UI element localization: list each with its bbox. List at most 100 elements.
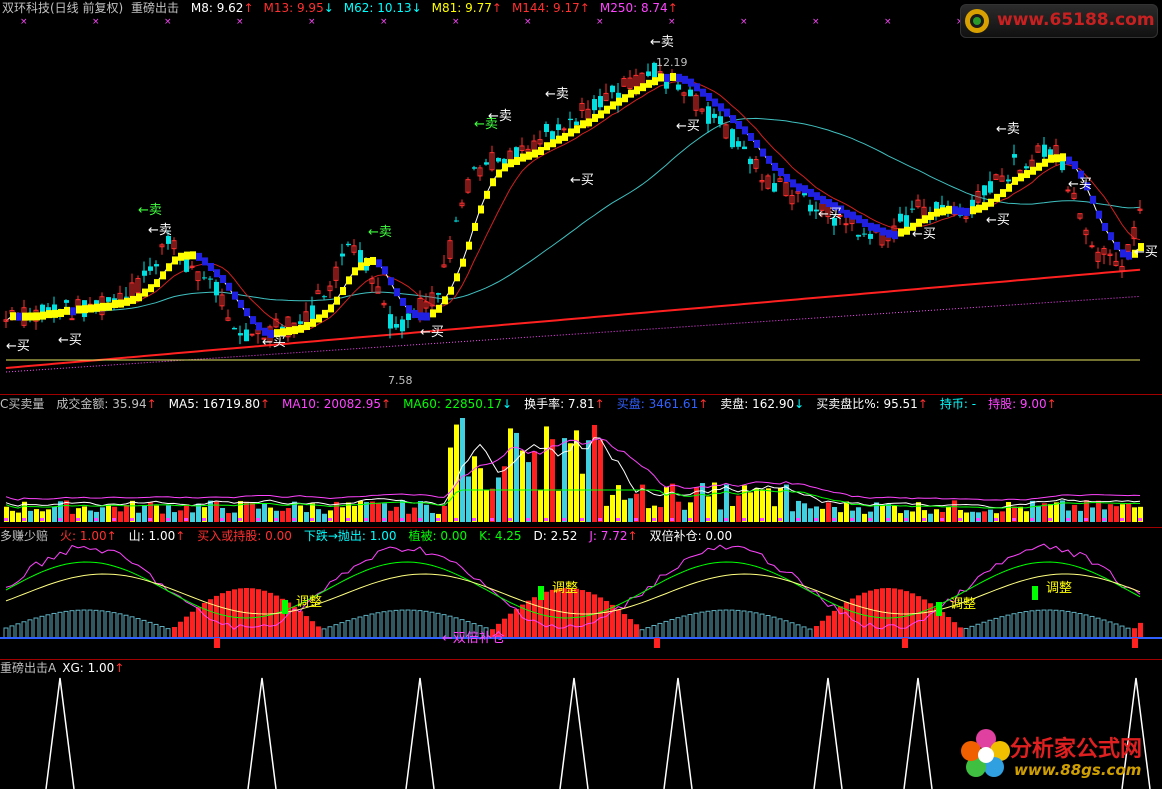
trend-ribbon-segment — [118, 299, 124, 308]
trend-ribbon-segment — [634, 86, 640, 95]
trend-ribbon-segment — [610, 101, 616, 110]
volume-bar — [898, 513, 903, 522]
volume-bar — [856, 507, 861, 522]
trend-ribbon-segment — [886, 229, 892, 238]
volume-bar — [970, 511, 975, 522]
oscillator-cyan-bar — [105, 611, 111, 639]
oscillator-cyan-bar — [1077, 613, 1083, 639]
candle-body — [202, 277, 207, 279]
volume-bar-buy — [562, 475, 567, 522]
volume-bar — [1090, 507, 1095, 522]
trend-ribbon-segment — [364, 258, 370, 267]
oscillator-cyan-bar — [21, 621, 27, 639]
trend-ribbon-segment — [724, 108, 730, 117]
trend-ribbon-segment — [760, 148, 766, 157]
volume-dot — [616, 518, 620, 521]
oscillator-cyan-bar — [645, 627, 651, 639]
trend-ribbon-segment — [592, 113, 598, 122]
candlestick-chart[interactable]: 12.197.58←卖←卖←卖←卖 ←卖←卖←卖←卖←买←买←买←买←买←买←买←… — [0, 0, 1162, 392]
volume-bar-buy — [208, 510, 213, 522]
volume-dot — [652, 518, 656, 521]
volume-dot — [274, 518, 278, 521]
volume-bar — [1114, 506, 1119, 522]
trend-ribbon-segment — [736, 120, 742, 129]
oscillator-red-bar — [304, 616, 309, 638]
trend-ribbon-segment — [778, 168, 784, 177]
oscillator-cyan-bar — [687, 614, 693, 639]
volume-dot — [472, 518, 476, 521]
oscillator-red-bar — [232, 589, 237, 638]
trend-ribbon-segment — [130, 295, 136, 304]
signal-panel[interactable]: 重磅出击A XG: 1.00↑ 分析家公式网 www.88gs.com — [0, 660, 1162, 789]
volume-dot — [598, 518, 602, 521]
trend-ribbon-segment — [220, 275, 226, 284]
trend-ribbon-segment — [124, 297, 130, 306]
adjust-green-bar — [1032, 586, 1038, 600]
trend-ribbon-segment — [250, 316, 256, 325]
volume-bar — [964, 512, 969, 522]
oscillator-red-bar — [190, 611, 195, 638]
trend-ribbon-segment — [850, 211, 856, 220]
volume-panel[interactable]: C买卖量 成交金额: 35.94↑ MA5: 16719.80↑ MA10: 2008… — [0, 396, 1162, 526]
oscillator-cyan-bar — [1041, 609, 1047, 639]
trend-ribbon-segment — [664, 73, 670, 82]
oscillator-cyan-bar — [9, 625, 15, 639]
volume-bar — [760, 489, 765, 522]
trend-ribbon-segment — [694, 83, 700, 92]
oscillator-red-bar — [532, 597, 537, 638]
trend-ribbon-segment — [586, 118, 592, 127]
sell-signal-label: ←卖 — [650, 35, 674, 50]
volume-bar — [736, 495, 741, 522]
trend-ribbon-segment — [514, 156, 520, 165]
volume-bar — [10, 510, 15, 522]
oscillator-cyan-bar — [45, 614, 51, 639]
signal-spike — [663, 677, 693, 789]
volume-bar — [1006, 502, 1011, 522]
candle-body — [856, 234, 861, 237]
oscillator-cyan-bar — [333, 624, 339, 639]
volume-bar — [286, 508, 291, 522]
volume-bar — [754, 488, 759, 522]
sell-signal-label: ←卖 — [474, 117, 498, 132]
sell-signal-label: ←卖 — [545, 87, 569, 102]
volume-bar — [538, 489, 543, 522]
trend-ribbon-segment — [940, 207, 946, 216]
trend-ribbon-segment — [628, 89, 634, 98]
trend-ribbon-segment — [1006, 183, 1012, 192]
volume-chart[interactable] — [0, 396, 1162, 526]
oscillator-panel[interactable]: 多赚少赔 火: 1.00↑ 山: 1.00↑ 买入或持股: 0.00 下跌→抛出: 1.… — [0, 528, 1162, 658]
buy-signal-label: ←买 — [818, 207, 842, 222]
volume-bar — [388, 510, 393, 522]
price-panel[interactable]: 双环科技(日线 前复权) 重磅出击 M8: 9.62↑ M13: 9.95↓ M62… — [0, 0, 1162, 392]
candle-body — [688, 89, 693, 97]
trend-ribbon-segment — [970, 206, 976, 215]
volume-bar — [622, 499, 627, 522]
candle-body — [988, 181, 993, 193]
oscillator-red-bar — [622, 614, 627, 638]
trend-ribbon-segment — [1114, 241, 1120, 250]
oscillator-cyan-bar — [969, 625, 975, 639]
candle-body — [1042, 144, 1047, 157]
adjust-label: 调整 — [950, 597, 976, 612]
trend-ribbon-segment — [958, 207, 964, 216]
trend-ribbon-segment — [466, 241, 472, 250]
oscillator-red-bar — [178, 621, 183, 638]
trend-ribbon-segment — [508, 159, 514, 168]
volume-dot — [1066, 518, 1070, 521]
oscillator-cyan-bar — [1125, 627, 1131, 639]
oscillator-red-bar — [844, 602, 849, 638]
oscillator-red-bar — [628, 619, 633, 638]
volume-bar — [268, 507, 273, 522]
volume-bar — [556, 490, 561, 522]
oscillator-red-bar — [556, 588, 561, 638]
trend-ribbon-segment — [1102, 222, 1108, 231]
candle-body — [64, 300, 69, 303]
trend-ribbon-segment — [988, 198, 994, 207]
x-marker: × — [884, 17, 892, 27]
oscillator-chart[interactable]: 调整调整调整调整←双倍补仓 — [0, 528, 1162, 658]
ma144-line — [5, 268, 1141, 369]
x-marker: × — [668, 17, 676, 27]
oscillator-cyan-bar — [123, 614, 129, 639]
trend-ribbon-segment — [256, 322, 262, 331]
candle-body — [310, 305, 315, 320]
